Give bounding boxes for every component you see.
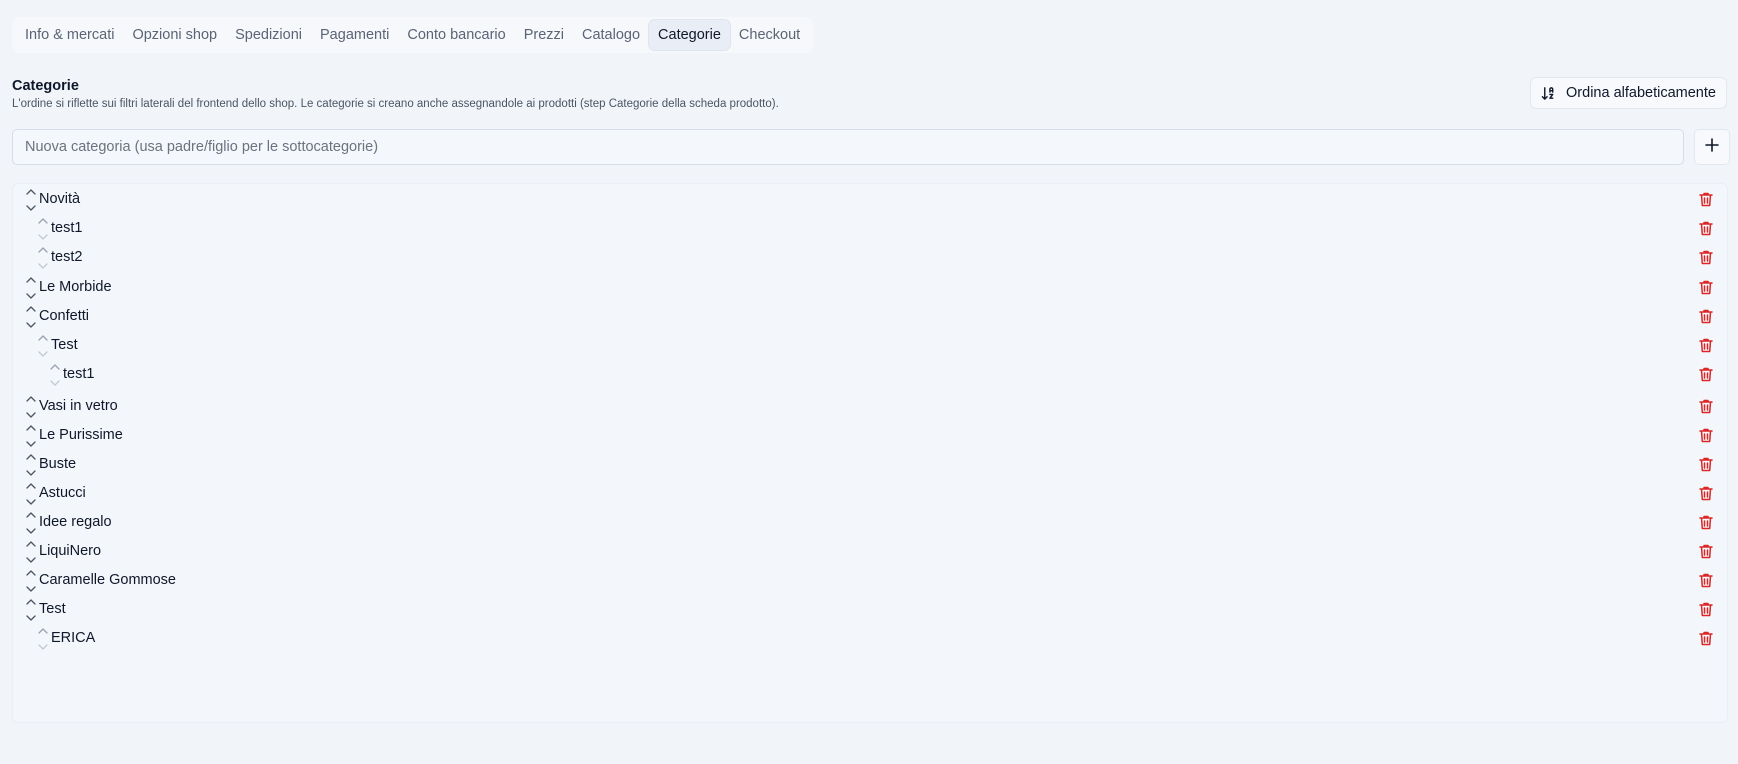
trash-icon[interactable] bbox=[1698, 456, 1716, 474]
reorder-arrows-icon[interactable] bbox=[24, 481, 38, 507]
reorder-arrows-icon[interactable] bbox=[24, 452, 38, 478]
category-list: Novità test1 test2 Le Morbide Confetti Test te… bbox=[12, 183, 1728, 723]
reorder-arrows-icon[interactable] bbox=[24, 423, 38, 449]
category-row[interactable]: test2 bbox=[13, 245, 1727, 271]
category-row[interactable]: test1 bbox=[13, 362, 1727, 388]
settings-tabs: Info & mercati Opzioni shop Spedizioni Paga… bbox=[12, 17, 814, 53]
add-category-button[interactable] bbox=[1694, 129, 1730, 165]
category-label: Caramelle Gommose bbox=[39, 572, 176, 588]
category-row[interactable]: Astucci bbox=[13, 481, 1727, 507]
category-label: test1 bbox=[63, 366, 95, 382]
trash-icon[interactable] bbox=[1698, 601, 1716, 619]
reorder-arrows-icon[interactable] bbox=[24, 539, 38, 565]
reorder-arrows-icon[interactable] bbox=[24, 510, 38, 536]
trash-icon[interactable] bbox=[1698, 572, 1716, 590]
section-title: Categorie bbox=[12, 78, 79, 94]
section-description: L'ordine si riflette sui filtri laterali… bbox=[12, 98, 779, 110]
reorder-arrows-icon[interactable] bbox=[36, 245, 50, 271]
category-label: Le Purissime bbox=[39, 427, 123, 443]
category-row[interactable]: Le Morbide bbox=[13, 275, 1727, 301]
category-row[interactable]: Test bbox=[13, 333, 1727, 359]
reorder-arrows-icon[interactable] bbox=[48, 362, 62, 388]
category-label: ERICA bbox=[51, 630, 96, 646]
new-category-input[interactable] bbox=[12, 129, 1684, 165]
category-label: Test bbox=[51, 337, 78, 353]
reorder-arrows-icon[interactable] bbox=[24, 568, 38, 594]
reorder-arrows-icon[interactable] bbox=[24, 275, 38, 301]
reorder-arrows-icon[interactable] bbox=[36, 216, 50, 242]
category-row[interactable]: Buste bbox=[13, 452, 1727, 478]
trash-icon[interactable] bbox=[1698, 398, 1716, 416]
category-row[interactable]: Caramelle Gommose bbox=[13, 568, 1727, 594]
tab-prezzi[interactable]: Prezzi bbox=[515, 20, 573, 50]
tab-spedizioni[interactable]: Spedizioni bbox=[226, 20, 311, 50]
trash-icon[interactable] bbox=[1698, 427, 1716, 445]
sort-button-label: Ordina alfabeticamente bbox=[1566, 85, 1716, 101]
category-label: Novità bbox=[39, 191, 81, 207]
category-row[interactable]: Novità bbox=[13, 187, 1727, 213]
category-label: Le Morbide bbox=[39, 279, 112, 295]
category-row[interactable]: ERICA bbox=[13, 626, 1727, 652]
category-label: test1 bbox=[51, 220, 83, 236]
category-row[interactable]: Confetti bbox=[13, 304, 1727, 330]
reorder-arrows-icon[interactable] bbox=[24, 304, 38, 330]
trash-icon[interactable] bbox=[1698, 191, 1716, 209]
category-label: test2 bbox=[51, 249, 83, 265]
sort-alpha-icon bbox=[1541, 86, 1556, 101]
reorder-arrows-icon[interactable] bbox=[24, 187, 38, 213]
tab-checkout[interactable]: Checkout bbox=[730, 20, 809, 50]
category-row[interactable]: test1 bbox=[13, 216, 1727, 242]
category-row[interactable]: Le Purissime bbox=[13, 423, 1727, 449]
tab-conto-bancario[interactable]: Conto bancario bbox=[398, 20, 514, 50]
reorder-arrows-icon[interactable] bbox=[24, 597, 38, 623]
category-row[interactable]: Vasi in vetro bbox=[13, 394, 1727, 420]
tab-catalogo[interactable]: Catalogo bbox=[573, 20, 649, 50]
sort-alphabetically-button[interactable]: Ordina alfabeticamente bbox=[1530, 77, 1727, 109]
trash-icon[interactable] bbox=[1698, 249, 1716, 267]
trash-icon[interactable] bbox=[1698, 308, 1716, 326]
trash-icon[interactable] bbox=[1698, 514, 1716, 532]
reorder-arrows-icon[interactable] bbox=[36, 333, 50, 359]
tab-info-mercati[interactable]: Info & mercati bbox=[16, 20, 123, 50]
category-label: Vasi in vetro bbox=[39, 398, 118, 414]
category-row[interactable]: LiquiNero bbox=[13, 539, 1727, 565]
tab-opzioni-shop[interactable]: Opzioni shop bbox=[123, 20, 226, 50]
reorder-arrows-icon[interactable] bbox=[24, 394, 38, 420]
category-label: Test bbox=[39, 601, 66, 617]
category-label: Buste bbox=[39, 456, 77, 472]
reorder-arrows-icon[interactable] bbox=[36, 626, 50, 652]
trash-icon[interactable] bbox=[1698, 630, 1716, 648]
category-row[interactable]: Idee regalo bbox=[13, 510, 1727, 536]
tab-categorie[interactable]: Categorie bbox=[649, 20, 730, 50]
trash-icon[interactable] bbox=[1698, 485, 1716, 503]
category-row[interactable]: Test bbox=[13, 597, 1727, 623]
trash-icon[interactable] bbox=[1698, 366, 1716, 384]
trash-icon[interactable] bbox=[1698, 279, 1716, 297]
trash-icon[interactable] bbox=[1698, 543, 1716, 561]
trash-icon[interactable] bbox=[1698, 220, 1716, 238]
category-label: Confetti bbox=[39, 308, 89, 324]
category-label: LiquiNero bbox=[39, 543, 102, 559]
trash-icon[interactable] bbox=[1698, 337, 1716, 355]
category-label: Astucci bbox=[39, 485, 86, 501]
plus-icon bbox=[1705, 137, 1719, 157]
category-label: Idee regalo bbox=[39, 514, 112, 530]
tab-pagamenti[interactable]: Pagamenti bbox=[311, 20, 398, 50]
